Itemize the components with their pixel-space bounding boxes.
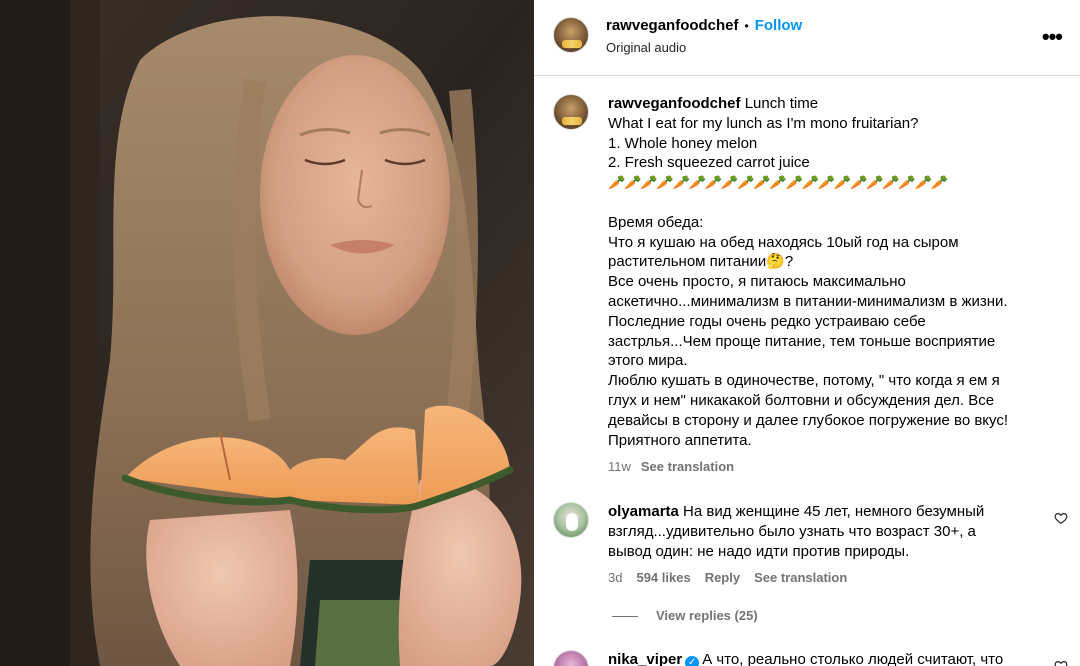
post-side-panel: rawveganfoodchef • Follow Original audio •… [534, 0, 1080, 666]
caption-line: этого мира. [608, 352, 688, 370]
comment-reply-button[interactable]: Reply [705, 570, 740, 585]
caption-line: застрлья...Чем проще питание, тем тоньше… [608, 332, 996, 350]
caption-line: аскетично...минимализм в питании-минимал… [608, 292, 1008, 310]
header-user-line: rawveganfoodchef • Follow [606, 17, 802, 34]
audio-label[interactable]: Original audio [606, 40, 686, 55]
caption-line: 2. Fresh squeezed carrot juice [608, 154, 810, 172]
author-avatar[interactable] [553, 17, 589, 53]
post-header: rawveganfoodchef • Follow Original audio •… [534, 0, 1080, 76]
carrot-emoji-row: 🥕🥕🥕🥕🥕🥕🥕🥕🥕🥕🥕🥕🥕🥕🥕🥕🥕🥕🥕🥕🥕 [608, 174, 948, 191]
view-replies-button[interactable]: View replies (25) [612, 608, 758, 623]
caption-meta: 11w See translation [608, 459, 734, 474]
comment-username[interactable]: nika_viper [608, 651, 682, 666]
verified-badge-icon: ✓ [685, 656, 700, 666]
caption-line: глух и нем" никакакой болтовни и обсужде… [608, 391, 995, 409]
caption-line: Все очень просто, я питаюсь максимально [608, 273, 906, 291]
caption-line: Люблю кушать в одиночестве, потому, " чт… [608, 372, 1000, 390]
commenter-avatar[interactable] [553, 650, 589, 666]
commenter-avatar[interactable] [553, 502, 589, 538]
caption-timestamp[interactable]: 11w [608, 459, 631, 474]
comment-see-translation-button[interactable]: See translation [754, 570, 847, 585]
replies-divider-line [612, 616, 638, 618]
like-heart-icon[interactable] [1054, 511, 1068, 525]
post-caption: rawveganfoodchef Lunch time What I eat f… [608, 94, 1058, 450]
comment-meta: 3d 594 likes Reply See translation [608, 570, 847, 585]
caption-line: растительном питании🤔? [608, 253, 794, 271]
author-username[interactable]: rawveganfoodchef [606, 17, 739, 34]
caption-see-translation-button[interactable]: See translation [641, 459, 734, 474]
caption-line: Приятного аппетита. [608, 431, 752, 449]
caption-line: What I eat for my lunch as I'm mono frui… [608, 114, 919, 132]
comment-text-line: вывод один: не надо идти против природы. [608, 542, 910, 560]
comment: nika_viper ✓ А что, реально столько людей … [608, 650, 1048, 666]
caption-line: Последние годы очень редко устраиваю себ… [608, 312, 926, 330]
more-options-icon[interactable]: ••• [1042, 24, 1063, 50]
comment-username[interactable]: olyamarta [608, 503, 679, 520]
caption-username[interactable]: rawveganfoodchef [608, 95, 741, 112]
comment-text-line: На вид женщине 45 лет, немного безумный [683, 503, 985, 520]
caption-avatar[interactable] [553, 94, 589, 130]
post-image [0, 0, 534, 666]
comment-text: А что, реально столько людей считают, чт… [702, 651, 1004, 666]
caption-text: Lunch time [744, 95, 819, 112]
follow-button[interactable]: Follow [755, 17, 803, 34]
comment: olyamarta На вид женщине 45 лет, немного… [608, 502, 1048, 561]
caption-line: Что я кушаю на обед находясь 10ый год на… [608, 233, 959, 251]
view-replies-label: View replies (25) [656, 608, 758, 623]
caption-line: девайсы в сторону и далее глубокое погру… [608, 411, 1009, 429]
comment-timestamp[interactable]: 3d [608, 570, 622, 585]
caption-line: 1. Whole honey melon [608, 134, 758, 152]
like-heart-icon[interactable] [1054, 659, 1068, 666]
comment-text-line: взгляд...удивительно было узнать что воз… [608, 522, 976, 540]
caption-first-line: rawveganfoodchef Lunch time [608, 94, 1058, 114]
post-media[interactable] [0, 0, 534, 666]
separator-dot: • [744, 19, 749, 33]
comment-likes-count[interactable]: 594 likes [636, 570, 690, 585]
caption-line: Время обеда: [608, 213, 704, 231]
